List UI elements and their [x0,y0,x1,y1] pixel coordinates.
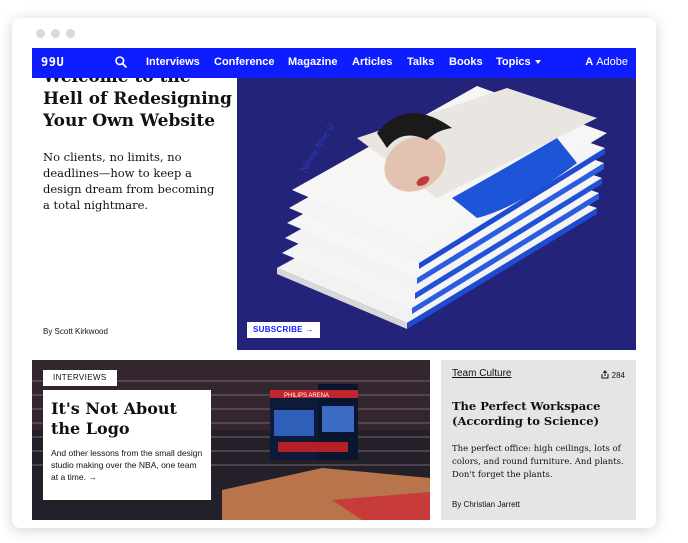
window-control-dot[interactable] [51,29,60,38]
arena-sign-text: PHILIPS ARENA [284,393,329,399]
nav-item-conference[interactable]: Conference [214,56,275,68]
side-dek: The perfect office: high ceilings, lots … [452,444,624,480]
side-byline: By Christian Jarrett [452,500,521,509]
feature-dek[interactable]: And other lessons from the small design … [51,447,203,483]
side-category-link[interactable]: Team Culture [452,368,625,379]
share-count[interactable]: 284 [601,370,625,380]
window-titlebar [12,18,656,48]
adobe-logo-icon: A [585,56,594,68]
window-control-dot[interactable] [66,29,75,38]
nav-item-books[interactable]: Books [449,56,483,68]
share-count-value: 284 [611,371,625,380]
category-tag[interactable]: INTERVIEWS [43,370,117,386]
feature-title[interactable]: It's Not About the Logo [51,399,203,439]
nav-item-topics-label: Topics [496,56,531,68]
chevron-down-icon [534,60,541,65]
hero-byline: By Scott Kirkwood [43,327,108,336]
browser-window: 99U Interviews Conference Magazine Artic… [12,18,656,528]
nav-item-magazine[interactable]: Magazine [288,56,338,68]
side-article-card[interactable]: Team Culture 284 The Perfect Workspace (… [441,360,636,520]
top-navigation: 99U Interviews Conference Magazine Artic… [32,48,636,78]
nav-item-articles[interactable]: Articles [352,56,392,68]
hero-text-panel: Welcome to the Hell of Redesigning Your … [32,67,237,350]
hero-magazine-image[interactable]: Ninety Nine U SUBSCRIBE → [237,78,636,350]
nav-item-interviews[interactable]: Interviews [146,56,200,68]
search-icon[interactable] [114,55,128,69]
page-viewport: 99U Interviews Conference Magazine Artic… [32,48,636,520]
adobe-label: Adobe [596,56,628,68]
subscribe-button[interactable]: SUBSCRIBE → [247,322,320,338]
feature-text-card: It's Not About the Logo And other lesson… [43,390,211,500]
nav-item-talks[interactable]: Talks [407,56,434,68]
site-logo[interactable]: 99U [41,55,64,69]
share-icon [601,370,609,379]
window-control-dot[interactable] [36,29,45,38]
adobe-link[interactable]: A Adobe [585,56,628,68]
side-title[interactable]: The Perfect Workspace (According to Scie… [452,399,625,429]
magazine-stack-illustration: Ninety Nine U [237,78,636,350]
nav-item-topics[interactable]: Topics [496,56,541,68]
hero-dek: No clients, no limits, no deadlines—how … [43,150,215,212]
feature-article-card[interactable]: PHILIPS ARENA INTERVIEWS It's Not About … [32,360,430,520]
